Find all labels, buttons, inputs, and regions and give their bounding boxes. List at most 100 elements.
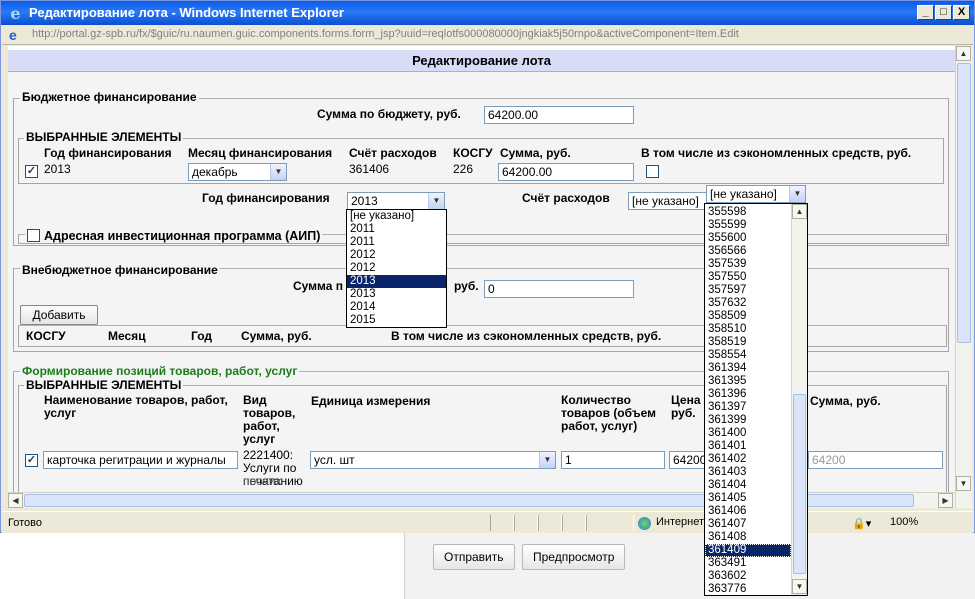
scroll-left-arrow-icon[interactable]: ◀ [8,493,23,508]
month-select-value: декабрь [192,165,238,179]
budget-row-year: 2013 [44,162,71,176]
scroll-up-arrow-icon[interactable]: ▲ [956,46,971,61]
extrabudget-sum-label: Сумма п [293,279,344,293]
account-option[interactable]: 361397 [705,401,791,414]
account-option[interactable]: 357550 [705,271,791,284]
account-list-thumb[interactable] [793,394,806,574]
year-option[interactable]: 2011 [347,223,446,236]
account-option[interactable]: 361407 [705,518,791,531]
col-finance-month: Месяц финансирования [188,146,333,160]
goods-row-sum-input[interactable]: 64200 [808,451,943,469]
maximize-button[interactable]: □ [935,5,952,20]
account-option[interactable]: 361394 [705,362,791,375]
finance-year-label: Год финансирования [202,191,330,205]
account-option[interactable]: 355599 [705,219,791,232]
account-dropdown-select[interactable]: [не указано] ▼ [706,185,806,203]
account-option[interactable]: 361400 [705,427,791,440]
goods-row-checkbox[interactable]: ✓ [25,454,38,467]
col-year-extra: Год [191,329,212,343]
window-titlebar[interactable]: e Редактирование лота - Windows Internet… [1,1,974,25]
finance-year-select[interactable]: 2013 ▼ [347,192,445,210]
close-button[interactable]: X [953,5,970,20]
year-dropdown-list[interactable]: [не указано] 2011 2011 2012 2012 2013 2013 2014… [346,209,447,328]
year-option[interactable]: 2013 [347,275,446,288]
year-select-value: 2013 [351,194,378,208]
account-option[interactable]: 361396 [705,388,791,401]
account-option[interactable]: 361405 [705,492,791,505]
budget-row-sum-input[interactable]: 64200.00 [498,163,634,181]
scroll-down-arrow-icon[interactable]: ▼ [956,476,971,491]
expense-account-select[interactable]: [не указано] [628,192,716,210]
account-option[interactable]: 363491 [705,557,791,570]
goods-row-type-cut: прочих [243,475,282,485]
scroll-right-arrow-icon[interactable]: ▶ [938,493,953,508]
year-option[interactable]: 2011 [347,236,446,249]
col-goods-name: Наименование товаров, работ, услуг [44,393,228,420]
scroll-thumb[interactable] [957,63,971,343]
account-option[interactable]: 357539 [705,258,791,271]
col-saved-extra: В том числе из сэкономленных средств, ру… [391,329,662,343]
account-option[interactable]: 361399 [705,414,791,427]
protected-mode-icon[interactable]: 🔒▾ [852,517,871,530]
account-option[interactable]: 361406 [705,505,791,518]
account-option[interactable]: 355598 [705,206,791,219]
horizontal-scrollbar[interactable]: ◀ ▶ [8,492,955,508]
account-option[interactable]: 358510 [705,323,791,336]
account-list-scrollbar[interactable]: ▲ ▼ [791,204,807,595]
account-option[interactable]: 357597 [705,284,791,297]
address-bar: e http://portal.gz-spb.ru/fx/$guic/ru.na… [2,25,973,45]
account-option[interactable]: 363602 [705,570,791,583]
col-goods-type: Вид товаров, работ, услуг [243,393,296,446]
account-option[interactable]: 358519 [705,336,791,349]
goods-row-price-input[interactable]: 64200 [669,451,709,469]
status-text: Готово [8,517,42,529]
scroll-down-arrow-icon[interactable]: ▼ [792,579,807,594]
year-option[interactable]: 2014 [347,301,446,314]
zoom-level[interactable]: 100% [890,516,918,528]
col-month-extra: Месяц [108,329,146,343]
year-option[interactable]: 2015 [347,314,446,327]
goods-row-qty-input[interactable]: 1 [561,451,665,469]
send-button[interactable]: Отправить [433,544,515,570]
account-option[interactable]: 361403 [705,466,791,479]
expense-account-label: Счёт расходов [522,191,610,205]
add-button[interactable]: Добавить [20,305,98,325]
goods-row-unit-select[interactable]: усл. шт ▼ [310,451,556,469]
account-option[interactable]: 363776 [705,583,791,595]
goods-row-name-input[interactable]: карточка регитрации и журналы [43,451,238,469]
budget-row-saved-checkbox[interactable] [646,165,659,178]
budget-row-checkbox[interactable]: ✓ [25,165,38,178]
account-option[interactable]: 361395 [705,375,791,388]
account-option[interactable]: 357632 [705,297,791,310]
account-option[interactable]: 358554 [705,349,791,362]
budget-sum-input[interactable]: 64200.00 [484,106,634,124]
unit-select-value: усл. шт [314,453,355,467]
account-option[interactable]: 358509 [705,310,791,323]
account-option[interactable]: 361402 [705,453,791,466]
chevron-down-icon: ▼ [539,452,555,468]
extrabudget-sum-unit: руб. [454,279,479,293]
address-url[interactable]: http://portal.gz-spb.ru/fx/$guic/ru.naum… [32,28,739,40]
year-option[interactable]: 2013 [347,288,446,301]
aip-checkbox[interactable] [27,229,40,242]
vertical-scrollbar[interactable]: ▲ ▼ [955,46,972,508]
account-option[interactable]: 361409 [705,544,791,557]
extrabudget-sum-input[interactable]: 0 [484,280,634,298]
aip-legend: Адресная инвестиционная программа (АИП) [25,227,323,243]
year-option[interactable]: [не указано] [347,210,446,223]
year-option[interactable]: 2012 [347,262,446,275]
budget-row-month-select[interactable]: декабрь ▼ [188,163,287,181]
account-dropdown-list[interactable]: 355598 355599 355600 356566 357539 357550 3575… [704,203,808,596]
account-option[interactable]: 361404 [705,479,791,492]
chevron-down-icon: ▼ [428,193,444,209]
account-option[interactable]: 355600 [705,232,791,245]
scroll-up-arrow-icon[interactable]: ▲ [792,204,807,219]
account-option[interactable]: 356566 [705,245,791,258]
preview-button[interactable]: Предпросмотр [522,544,626,570]
account-option[interactable]: 361401 [705,440,791,453]
col-expense-account: Счёт расходов [349,146,437,160]
col-goods-sum: Сумма, руб. [810,394,881,408]
account-option[interactable]: 361408 [705,531,791,544]
minimize-button[interactable]: _ [917,5,934,20]
year-option[interactable]: 2012 [347,249,446,262]
